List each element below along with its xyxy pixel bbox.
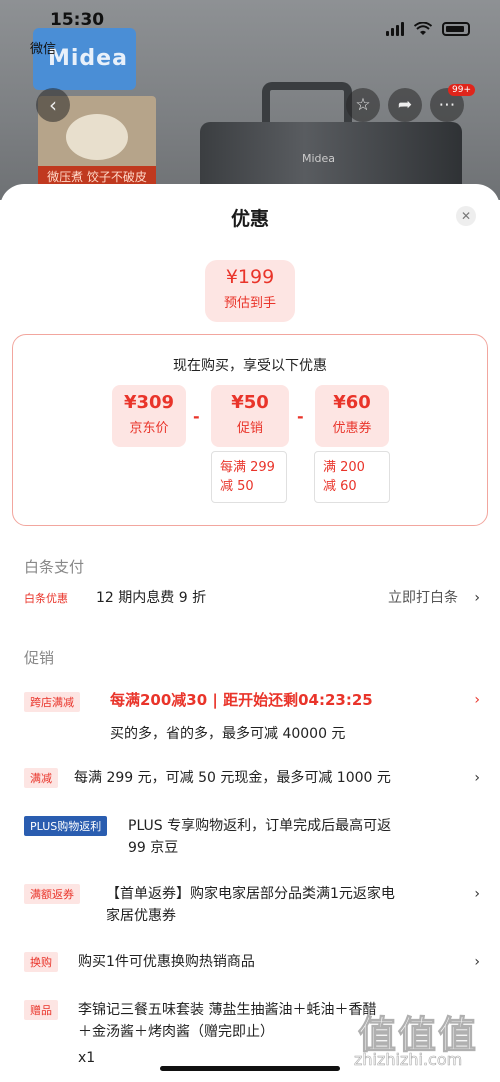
estimated-price: ¥199 <box>225 266 275 288</box>
promo-condition-line2: 减 50 <box>220 479 254 494</box>
minus-sign: - <box>297 407 304 426</box>
pressure-cooker-image: Midea <box>200 82 462 200</box>
plus-rebate-line2: 99 京豆 <box>128 840 179 856</box>
promo-item-full-reduction[interactable]: 满减 每满 299 元，可减 50 元现金，最多可减 1000 元 › <box>24 768 480 792</box>
gift-line1: 李锦记三餐五味套装 薄盐生抽酱油＋蚝油＋香醋 <box>78 1002 377 1018</box>
jd-price-label: 京东价 <box>129 421 169 436</box>
baitiao-row[interactable]: 白条优惠 12 期内息费 9 折 立即打白条 › <box>24 588 480 612</box>
cooker-logo: Midea <box>302 152 336 165</box>
promo-item-coupon-return[interactable]: 满额返券 【首单返券】购家电家居部分品类满1元返家电 家居优惠券 › <box>24 884 480 930</box>
promo-discount-label: 促销 <box>236 421 263 436</box>
promo-tag: 换购 <box>24 952 58 972</box>
promo-discount-box: ¥50 促销 <box>211 385 289 447</box>
home-indicator[interactable] <box>160 1066 340 1071</box>
gift-line2: ＋金汤酱＋烤肉酱（赠完即止） <box>78 1024 274 1040</box>
estimated-price-label: 预估到手 <box>223 296 276 311</box>
baitiao-action[interactable]: 立即打白条 <box>388 588 458 609</box>
status-time: 15:30 <box>50 10 105 30</box>
back-to-app-label[interactable]: 微信 <box>30 38 56 57</box>
promo-section-title: 促销 <box>24 649 55 667</box>
gift-tag: 赠品 <box>24 1000 58 1020</box>
coupon-return-line2: 家居优惠券 <box>106 908 176 924</box>
promo-discount-value: ¥50 <box>231 392 269 413</box>
chevron-right-icon: › <box>474 770 480 786</box>
promo-tag: 满额返券 <box>24 884 80 904</box>
chevron-right-icon: › <box>474 590 480 606</box>
minus-sign: - <box>193 407 200 426</box>
baitiao-section-title: 白条支付 <box>24 558 85 576</box>
coupon-discount-box: ¥60 优惠券 <box>315 385 389 447</box>
promo-item-cross-store[interactable]: 跨店满减 每满200减30 | 距开始还剩04:23:25 买的多，省的多，最多… <box>24 691 480 746</box>
coupon-discount-value: ¥60 <box>333 392 371 413</box>
cross-store-headline: 每满200减30 | 距开始还剩04:23:25 <box>110 691 373 709</box>
wifi-icon <box>414 22 432 35</box>
chevron-right-icon: › <box>474 954 480 970</box>
status-icons <box>386 22 470 36</box>
breakdown-title: 现在购买，享受以下优惠 <box>173 358 327 374</box>
price-breakdown-card: 现在购买，享受以下优惠 ¥309 京东价 - ¥50 促销 - ¥60 优惠券 … <box>12 334 488 526</box>
trade-in-text: 购买1件可优惠换购热销商品 <box>78 954 255 970</box>
sheet-title: 优惠 <box>230 208 269 230</box>
promo-tag: 跨店满减 <box>24 692 80 712</box>
brand-logo: Midea <box>48 46 128 71</box>
full-reduction-text: 每满 299 元，可减 50 元现金，最多可减 1000 元 <box>74 770 391 786</box>
coupon-return-line1: 【首单返券】购家电家居部分品类满1元返家电 <box>106 886 395 902</box>
promo-tag: 满减 <box>24 768 58 788</box>
promo-item-trade-in[interactable]: 换购 购买1件可优惠换购热销商品 › <box>24 952 480 976</box>
chevron-right-icon: › <box>474 886 480 902</box>
gift-quantity: x1 <box>78 1050 96 1066</box>
coupon-condition-line1: 满 200 <box>323 460 365 475</box>
coupon-condition: 满 200 减 60 <box>314 451 390 503</box>
battery-icon <box>442 22 470 36</box>
baitiao-tag: 白条优惠 <box>24 592 68 605</box>
plus-rebate-line1: PLUS 专享购物返利，订单完成后最高可返 <box>128 818 392 834</box>
discount-sheet: 优惠 ✕ ¥199 预估到手 现在购买，享受以下优惠 ¥309 京东价 - ¥5… <box>0 184 500 1082</box>
close-icon[interactable]: ✕ <box>456 206 476 226</box>
coupon-condition-line2: 减 60 <box>323 479 357 494</box>
signal-icon <box>386 22 404 36</box>
jd-price-box: ¥309 京东价 <box>112 385 186 447</box>
product-page-background: Midea 15:30 微信 微压煮 饺子不破皮 ‹ Midea ☆ ➦ ⋯ 9… <box>0 0 500 200</box>
coupon-discount-label: 优惠券 <box>332 421 372 436</box>
chevron-right-icon: › <box>474 692 480 708</box>
estimated-price-box: ¥199 预估到手 <box>205 260 295 322</box>
promo-item-plus-rebate[interactable]: PLUS购物返利 PLUS 专享购物返利，订单完成后最高可返 99 京豆 <box>24 816 480 862</box>
message-count-badge: 99+ <box>448 84 475 96</box>
baitiao-text: 12 期内息费 9 折 <box>96 590 207 606</box>
jd-price-value: ¥309 <box>123 392 175 413</box>
cross-store-text: 买的多，省的多，最多可减 40000 元 <box>110 726 346 742</box>
watermark-url: zhizhizhi.com <box>354 1050 463 1070</box>
favorite-star-icon[interactable]: ☆ <box>346 88 380 122</box>
promo-condition-line1: 每满 299 <box>220 460 275 475</box>
plus-rebate-tag: PLUS购物返利 <box>24 816 108 836</box>
dumpling-image <box>66 114 128 160</box>
back-arrow-icon[interactable]: ‹ <box>36 88 70 122</box>
watermark: 值值值 zhizhizhi.com <box>350 1000 500 1076</box>
share-icon[interactable]: ➦ <box>388 88 422 122</box>
promo-condition: 每满 299 减 50 <box>211 451 287 503</box>
